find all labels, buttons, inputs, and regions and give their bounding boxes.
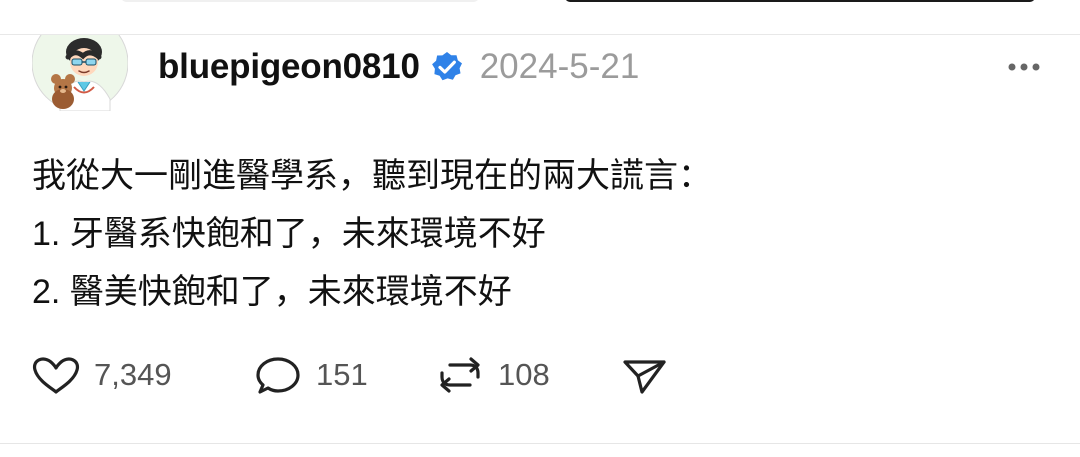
comment-button[interactable]: 151 [252, 353, 434, 397]
bottom-divider [0, 443, 1080, 444]
post-card: bluepigeon0810 2024-5-21 我從大一剛進醫學系，聽到現在的… [0, 35, 1080, 445]
like-count: 7,349 [94, 357, 172, 392]
repost-button[interactable]: 108 [434, 353, 618, 397]
more-options-icon [1008, 63, 1040, 71]
previous-post-bar-fragment [565, 0, 1035, 2]
post-date: 2024-5-21 [479, 47, 640, 86]
heart-icon [32, 357, 80, 394]
verified-badge-icon [430, 50, 464, 84]
like-button[interactable]: 7,349 [30, 353, 252, 397]
avatar[interactable] [32, 35, 128, 111]
post-header: bluepigeon0810 2024-5-21 [158, 39, 639, 95]
post-actions: 7,349 151 108 [30, 353, 678, 397]
send-icon [623, 360, 666, 394]
post-text: 我從大一剛進醫學系，聽到現在的兩大謊言： 1. 牙醫系快飽和了，未來環境不好 2… [32, 157, 712, 311]
more-options-button[interactable] [1004, 57, 1044, 77]
username[interactable]: bluepigeon0810 [158, 47, 420, 87]
comment-icon [256, 357, 300, 394]
repost-count: 108 [498, 357, 550, 392]
share-button[interactable] [618, 353, 678, 397]
previous-post-fragment [120, 0, 480, 2]
repost-icon [440, 357, 480, 393]
comment-count: 151 [316, 357, 368, 392]
